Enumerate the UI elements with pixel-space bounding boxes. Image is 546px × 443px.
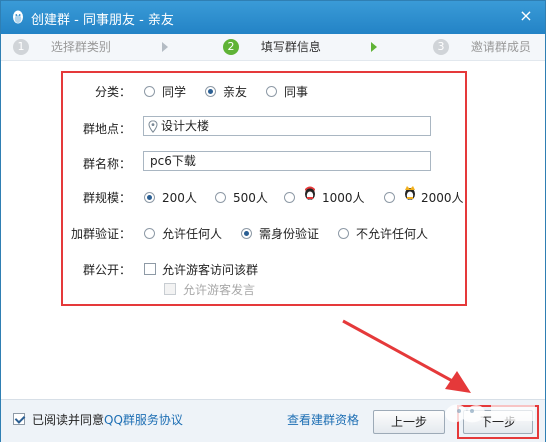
category-radio-friends[interactable] <box>205 86 216 97</box>
category-radio-classmate[interactable] <box>144 86 155 97</box>
size-label: 群规模： <box>82 191 131 205</box>
agree-prefix: 已阅读并同意 <box>32 413 105 427</box>
qq-penguin-icon <box>13 10 23 24</box>
agree-checkbox[interactable] <box>13 413 25 425</box>
step-label: 选择群类别 <box>50 40 111 54</box>
close-icon[interactable]: × <box>517 7 535 25</box>
verify-radio-anyone[interactable] <box>144 228 155 239</box>
guest-visit-label: 允许游客访问该群 <box>162 263 259 277</box>
verify-radio-none[interactable] <box>338 228 349 239</box>
agree-text: 已阅读并同意QQ群服务协议 <box>32 411 183 428</box>
step-arrow-icon <box>371 42 377 52</box>
size-radio-2000[interactable] <box>384 192 395 203</box>
size-radio-1000[interactable] <box>284 192 295 203</box>
step-indicator: 1 选择群类别 2 填写群信息 3 邀请群成员 <box>1 34 545 61</box>
category-option-label: 亲友 <box>223 85 248 99</box>
size-option-label: 1000人 <box>322 191 365 205</box>
size-radio-500[interactable] <box>215 192 226 203</box>
verify-label: 加群验证： <box>70 227 131 241</box>
guest-speak-checkbox[interactable] <box>164 283 176 295</box>
verify-option-label: 不允许任何人 <box>356 227 429 241</box>
step-2: 2 填写群信息 <box>223 38 321 56</box>
step-arrow-icon <box>162 42 168 52</box>
red-penguin-icon <box>305 186 315 200</box>
category-label: 分类： <box>94 85 131 99</box>
window-title: 创建群 - 同事朋友 - 亲友 <box>31 13 174 28</box>
step-label: 填写群信息 <box>260 40 321 54</box>
verify-option-label: 允许任何人 <box>162 227 223 241</box>
step-number: 1 <box>13 38 29 55</box>
step-number: 2 <box>223 38 239 55</box>
guest-visit-checkbox[interactable] <box>144 263 156 275</box>
location-value: 设计大楼 <box>161 119 210 133</box>
step-1: 1 选择群类别 <box>13 38 111 56</box>
title-bar[interactable]: 创建群 - 同事朋友 - 亲友 × <box>1 1 545 34</box>
name-label: 群名称： <box>82 157 131 171</box>
step-3: 3 邀请群成员 <box>433 38 531 56</box>
size-option-label: 200人 <box>162 191 197 205</box>
location-label: 群地点： <box>82 122 131 136</box>
size-option-label: 2000人 <box>421 191 464 205</box>
category-option-label: 同学 <box>162 85 187 99</box>
step-label: 邀请群成员 <box>470 40 531 54</box>
location-pin-icon <box>148 120 158 133</box>
group-name-value: pc6下载 <box>150 154 196 168</box>
location-input[interactable]: 设计大楼 <box>143 116 431 136</box>
size-radio-200[interactable] <box>144 192 155 203</box>
watermark-logo <box>445 404 535 423</box>
category-radio-colleague[interactable] <box>266 86 277 97</box>
category-option-label: 同事 <box>284 85 309 99</box>
gold-penguin-icon <box>405 186 415 200</box>
guest-speak-label: 允许游客发言 <box>183 283 256 297</box>
prev-step-button[interactable]: 上一步 <box>373 410 445 434</box>
verify-radio-identity[interactable] <box>241 228 252 239</box>
public-label: 群公开： <box>82 263 131 277</box>
group-qualification-link[interactable]: 查看建群资格 <box>287 411 359 428</box>
service-agreement-link[interactable]: QQ群服务协议 <box>104 413 183 427</box>
group-name-input[interactable]: pc6下载 <box>143 151 431 171</box>
step-number: 3 <box>433 38 449 55</box>
create-group-window: 创建群 - 同事朋友 - 亲友 × 1 选择群类别 2 填写群信息 3 邀请群成… <box>0 0 546 442</box>
verify-option-label: 需身份验证 <box>259 227 320 241</box>
size-option-label: 500人 <box>233 191 268 205</box>
